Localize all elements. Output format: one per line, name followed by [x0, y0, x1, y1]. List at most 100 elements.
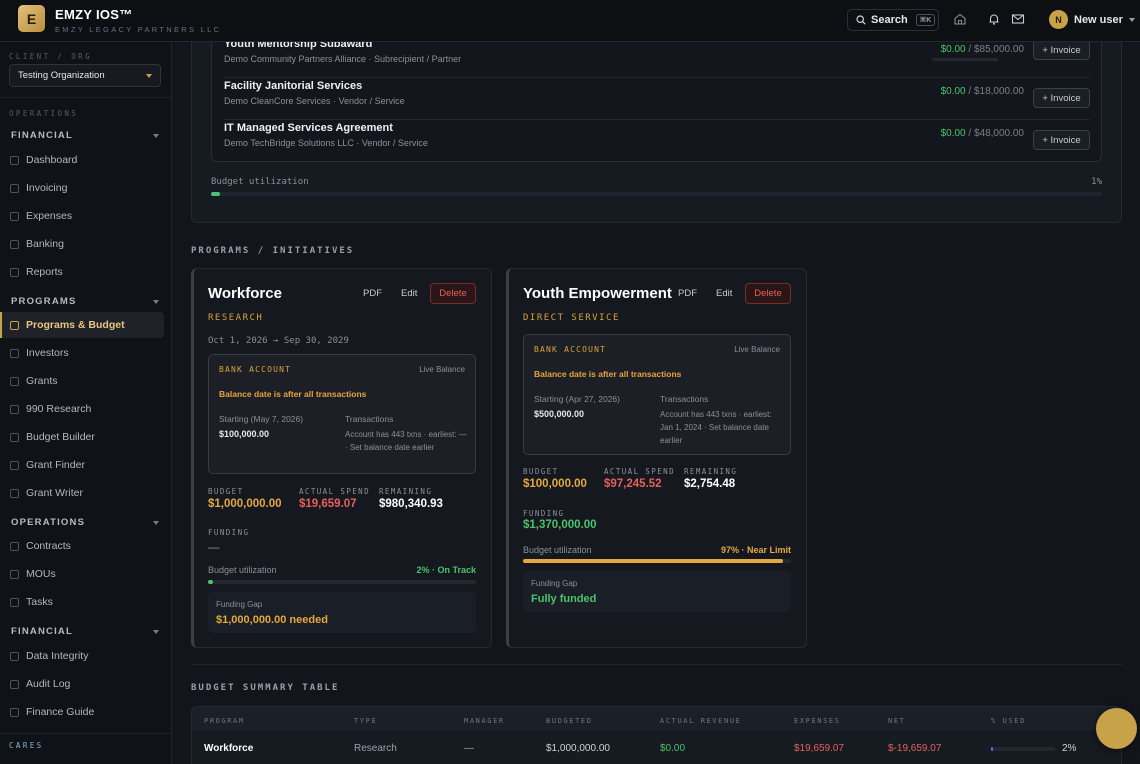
card-utilization-bar	[208, 580, 476, 584]
contracts-panel: Youth Mentorship Subaward Demo Community…	[191, 42, 1122, 223]
column-header[interactable]: % USED	[991, 717, 1026, 725]
sidebar-item-grants[interactable]: Grants	[0, 368, 164, 394]
funding-label: FUNDING	[523, 509, 565, 518]
sidebar-item-tasks[interactable]: Tasks	[0, 589, 164, 615]
app-logo[interactable]: E	[18, 5, 45, 32]
pdf-button[interactable]: PDF	[363, 288, 382, 299]
sidebar-section-financial[interactable]: FINANCIAL	[11, 130, 159, 141]
bank-icon	[10, 239, 19, 249]
delete-button[interactable]: Delete	[430, 283, 476, 304]
funding-value: $1,370,000.00	[523, 519, 597, 531]
sidebar-section-financial-2[interactable]: FINANCIAL	[11, 626, 159, 637]
add-invoice-button[interactable]: + Invoice	[1033, 130, 1090, 150]
budget-utilization-bar	[211, 192, 1102, 196]
contract-subtitle: Demo Community Partners Alliance · Subre…	[224, 54, 462, 64]
total-amount: / $18,000.00	[968, 86, 1024, 97]
transactions-note: Account has 443 txns · earliest: Jan 1, …	[660, 410, 772, 445]
sidebar-item-mous[interactable]: MOUs	[0, 561, 164, 587]
sidebar-item-label: Grant Writer	[26, 487, 83, 499]
column-header[interactable]: PROGRAM	[204, 717, 245, 725]
chevron-down-icon	[153, 134, 159, 138]
sidebar-item-invoicing[interactable]: Invoicing	[0, 175, 164, 201]
handshake-icon	[10, 569, 19, 579]
funding-gap-value: Fully funded	[531, 593, 597, 605]
pdf-button[interactable]: PDF	[678, 288, 697, 299]
sidebar-item-reports[interactable]: Reports	[0, 259, 164, 285]
divider	[191, 664, 1122, 665]
sidebar-item-data-integrity[interactable]: Data Integrity	[0, 643, 164, 669]
sidebar-item-grant-finder[interactable]: Grant Finder	[0, 452, 164, 478]
column-header[interactable]: MANAGER	[464, 717, 505, 725]
edit-button[interactable]: Edit	[401, 288, 417, 299]
balance-warning: Balance date is after all transactions	[219, 389, 367, 399]
budget-label: BUDGET	[523, 467, 559, 476]
column-header[interactable]: NET	[888, 717, 905, 725]
sidebar-item-label: Data Integrity	[26, 650, 89, 662]
cell-manager: —	[464, 743, 474, 754]
sidebar-item-label: Grants	[26, 375, 58, 387]
mail-icon[interactable]	[1011, 12, 1025, 26]
sidebar-item-label: Tasks	[26, 596, 53, 608]
budget-summary-table: PROGRAM TYPE MANAGER BUDGETED ACTUAL REV…	[191, 706, 1122, 764]
sidebar-item-investors[interactable]: Investors	[0, 340, 164, 366]
column-header[interactable]: BUDGETED	[546, 717, 593, 725]
sidebar-item-programs-budget[interactable]: Programs & Budget	[0, 312, 164, 338]
contract-row[interactable]: Youth Mentorship Subaward Demo Community…	[224, 42, 1090, 78]
contract-amount: $0.00 / $18,000.00	[941, 86, 1024, 97]
home-icon[interactable]	[953, 12, 967, 26]
top-bar: E EMZY IOS™ EMZY LEGACY PARTNERS LLC Sea…	[0, 0, 1140, 42]
sidebar-item-audit-log[interactable]: Audit Log	[0, 671, 164, 697]
contract-title: IT Managed Services Agreement	[224, 122, 393, 134]
grid-icon	[10, 155, 19, 165]
live-balance-label: Live Balance	[734, 345, 780, 354]
column-header[interactable]: TYPE	[354, 717, 377, 725]
star-icon	[10, 376, 19, 386]
cell-type: Research	[354, 743, 397, 754]
budget-utilization-percent: 1%	[1091, 177, 1102, 187]
add-invoice-button[interactable]: + Invoice	[1033, 88, 1090, 108]
column-header[interactable]: EXPENSES	[794, 717, 841, 725]
sidebar-section-programs[interactable]: PROGRAMS	[11, 296, 159, 307]
search-icon	[856, 15, 866, 25]
sidebar-item-finance-guide[interactable]: Finance Guide	[0, 699, 164, 725]
org-select[interactable]: Testing Organization	[9, 64, 161, 87]
transactions-note: Account has 443 txns · earliest: — · Set…	[345, 430, 467, 452]
contract-row[interactable]: IT Managed Services Agreement Demo TechB…	[224, 120, 1090, 162]
org-select-value: Testing Organization	[18, 70, 105, 81]
program-type: RESEARCH	[208, 313, 264, 323]
chevron-down-icon	[1128, 17, 1135, 22]
search-button[interactable]: Search ⌘K	[847, 9, 939, 31]
delete-button[interactable]: Delete	[745, 283, 791, 304]
sidebar-item-banking[interactable]: Banking	[0, 231, 164, 257]
sidebar-item-grant-writer[interactable]: Grant Writer	[0, 480, 164, 506]
edit-button[interactable]: Edit	[716, 288, 732, 299]
log-icon	[10, 679, 19, 689]
remaining-value: $980,340.93	[379, 498, 443, 510]
sidebar-item-label: Dashboard	[26, 154, 78, 166]
sidebar-item-budget-builder[interactable]: Budget Builder	[0, 424, 164, 450]
sidebar-item-expenses[interactable]: Expenses	[0, 203, 164, 229]
cell-program[interactable]: Workforce	[204, 743, 253, 754]
chevron-down-icon	[146, 74, 152, 78]
document-icon	[10, 183, 19, 193]
bar-chart-icon	[10, 432, 19, 442]
search-icon	[10, 460, 19, 470]
add-invoice-button[interactable]: + Invoice	[1033, 42, 1090, 60]
contract-amount: $0.00 / $85,000.00	[941, 44, 1024, 55]
contract-row[interactable]: Facility Janitorial Services Demo CleanC…	[224, 78, 1090, 120]
assistant-fab-button[interactable]	[1096, 708, 1137, 749]
column-header[interactable]: ACTUAL REVENUE	[660, 717, 741, 725]
section-title: PROGRAMS	[11, 296, 77, 307]
bell-icon[interactable]	[987, 12, 1001, 26]
sidebar-item-contracts[interactable]: Contracts	[0, 533, 164, 559]
funding-gap-box: Funding Gap Fully funded	[523, 571, 791, 612]
sidebar-item-990-research[interactable]: 990 Research	[0, 396, 164, 422]
divider	[0, 733, 171, 734]
user-menu[interactable]: N New user	[1049, 10, 1135, 29]
sidebar-item-dashboard[interactable]: Dashboard	[0, 147, 164, 173]
sidebar-section-operations[interactable]: OPERATIONS	[11, 517, 159, 528]
client-org-label: CLIENT / ORG	[9, 52, 92, 61]
percent-used-fill	[991, 747, 993, 751]
cell-net: $-19,659.07	[888, 743, 942, 754]
cell-expenses: $19,659.07	[794, 743, 845, 754]
